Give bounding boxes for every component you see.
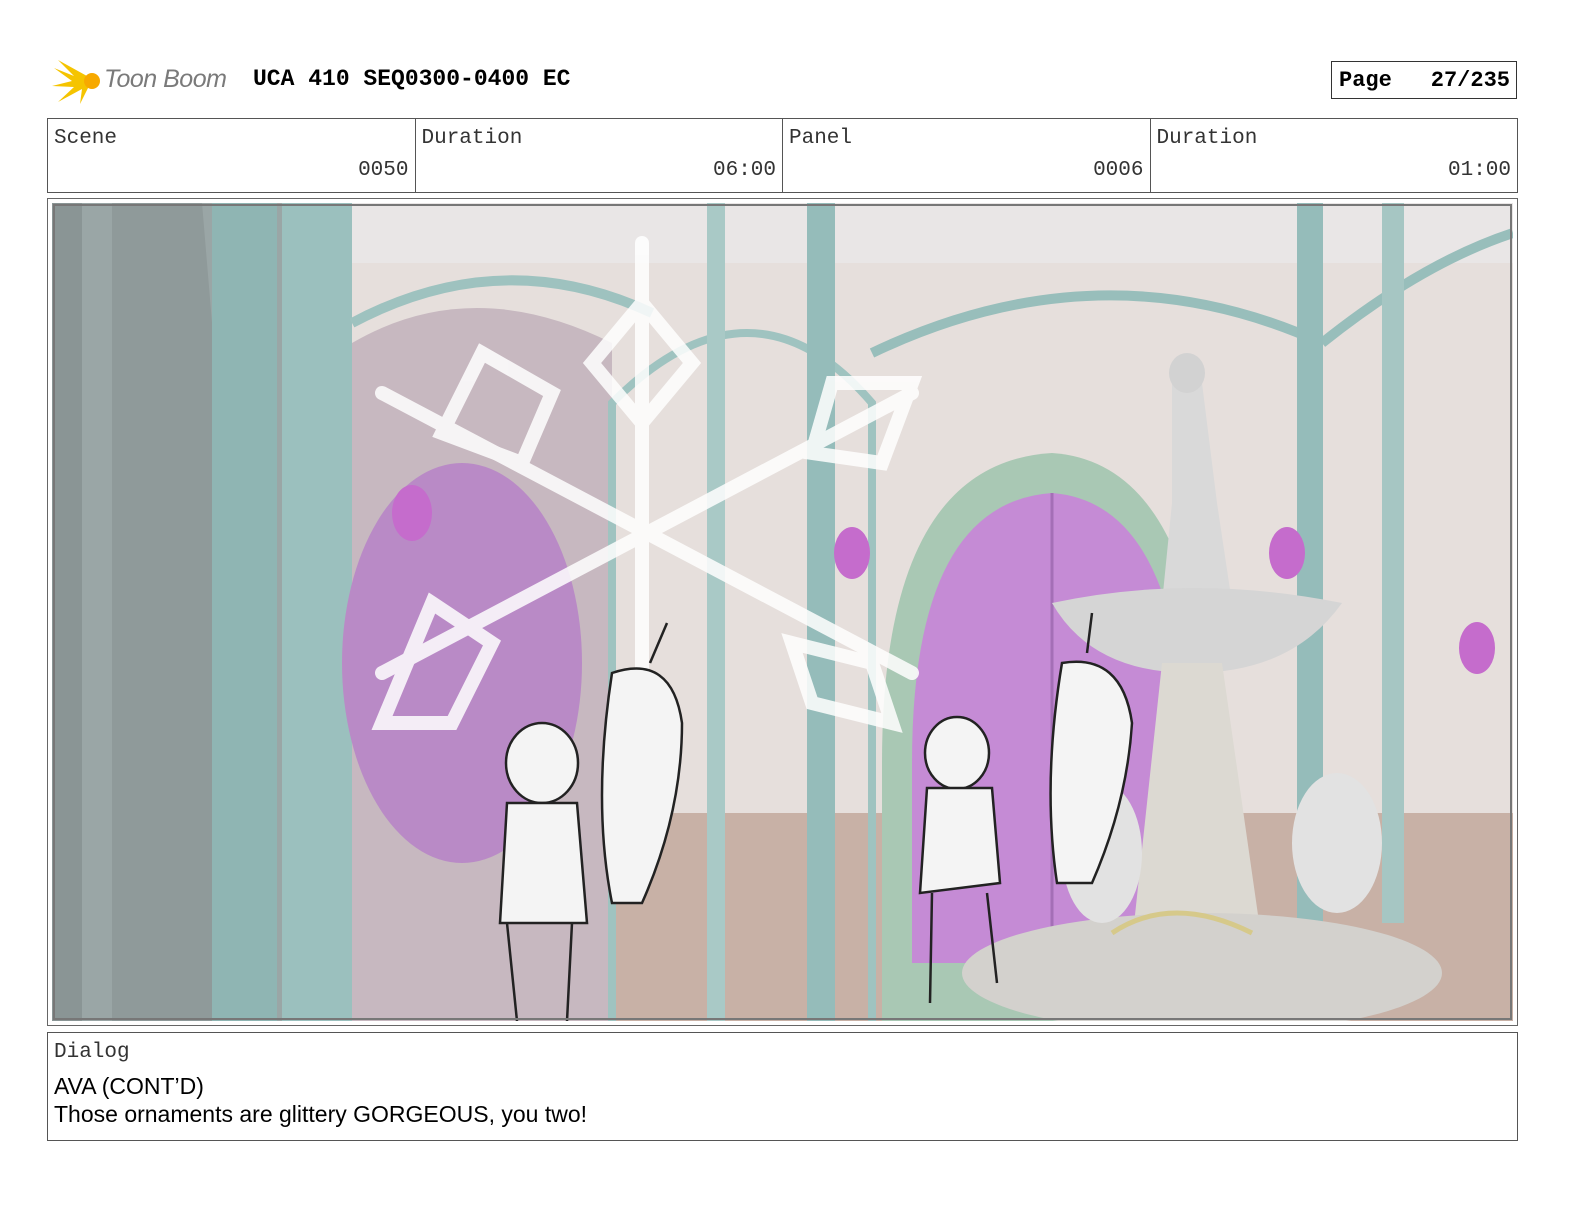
dialog-box: Dialog AVA (CONT’D) Those ornaments are … (47, 1032, 1518, 1141)
panel-duration-cell: Duration 01:00 (1151, 119, 1518, 192)
storyboard-panel-image (47, 198, 1518, 1026)
panel-value: 0006 (1093, 159, 1144, 182)
scene-value: 0050 (358, 159, 409, 182)
scene-duration-value: 06:00 (712, 159, 776, 182)
panel-duration-label: Duration (1156, 127, 1258, 150)
scene-cell: Scene 0050 (48, 119, 416, 192)
panel-duration-value: 01:00 (1447, 159, 1511, 182)
scene-duration-label: Duration (421, 127, 523, 150)
starburst-icon (52, 60, 100, 104)
page-indicator: Page 27/235 (1331, 61, 1517, 99)
document-title: UCA 410 SEQ0300-0400 EC (253, 66, 571, 92)
scene-info-row: Scene 0050 Duration 06:00 Panel 0006 Dur… (47, 118, 1518, 193)
storyboard-drawing (52, 203, 1513, 1021)
panel-label: Panel (789, 127, 853, 150)
logo-wordmark: Toon Boom (104, 65, 227, 93)
scene-label: Scene (54, 127, 118, 150)
page-label: Page (1339, 67, 1392, 93)
scene-duration-cell: Duration 06:00 (416, 119, 783, 192)
panel-cell: Panel 0006 (783, 119, 1151, 192)
dialog-speaker: AVA (CONT’D) (54, 1073, 204, 1099)
toon-boom-logo: Toon Boom (52, 56, 242, 106)
dialog-line: Those ornaments are glittery GORGEOUS, y… (54, 1101, 588, 1127)
dialog-label: Dialog (54, 1041, 130, 1064)
page-number: 27/235 (1430, 67, 1510, 93)
